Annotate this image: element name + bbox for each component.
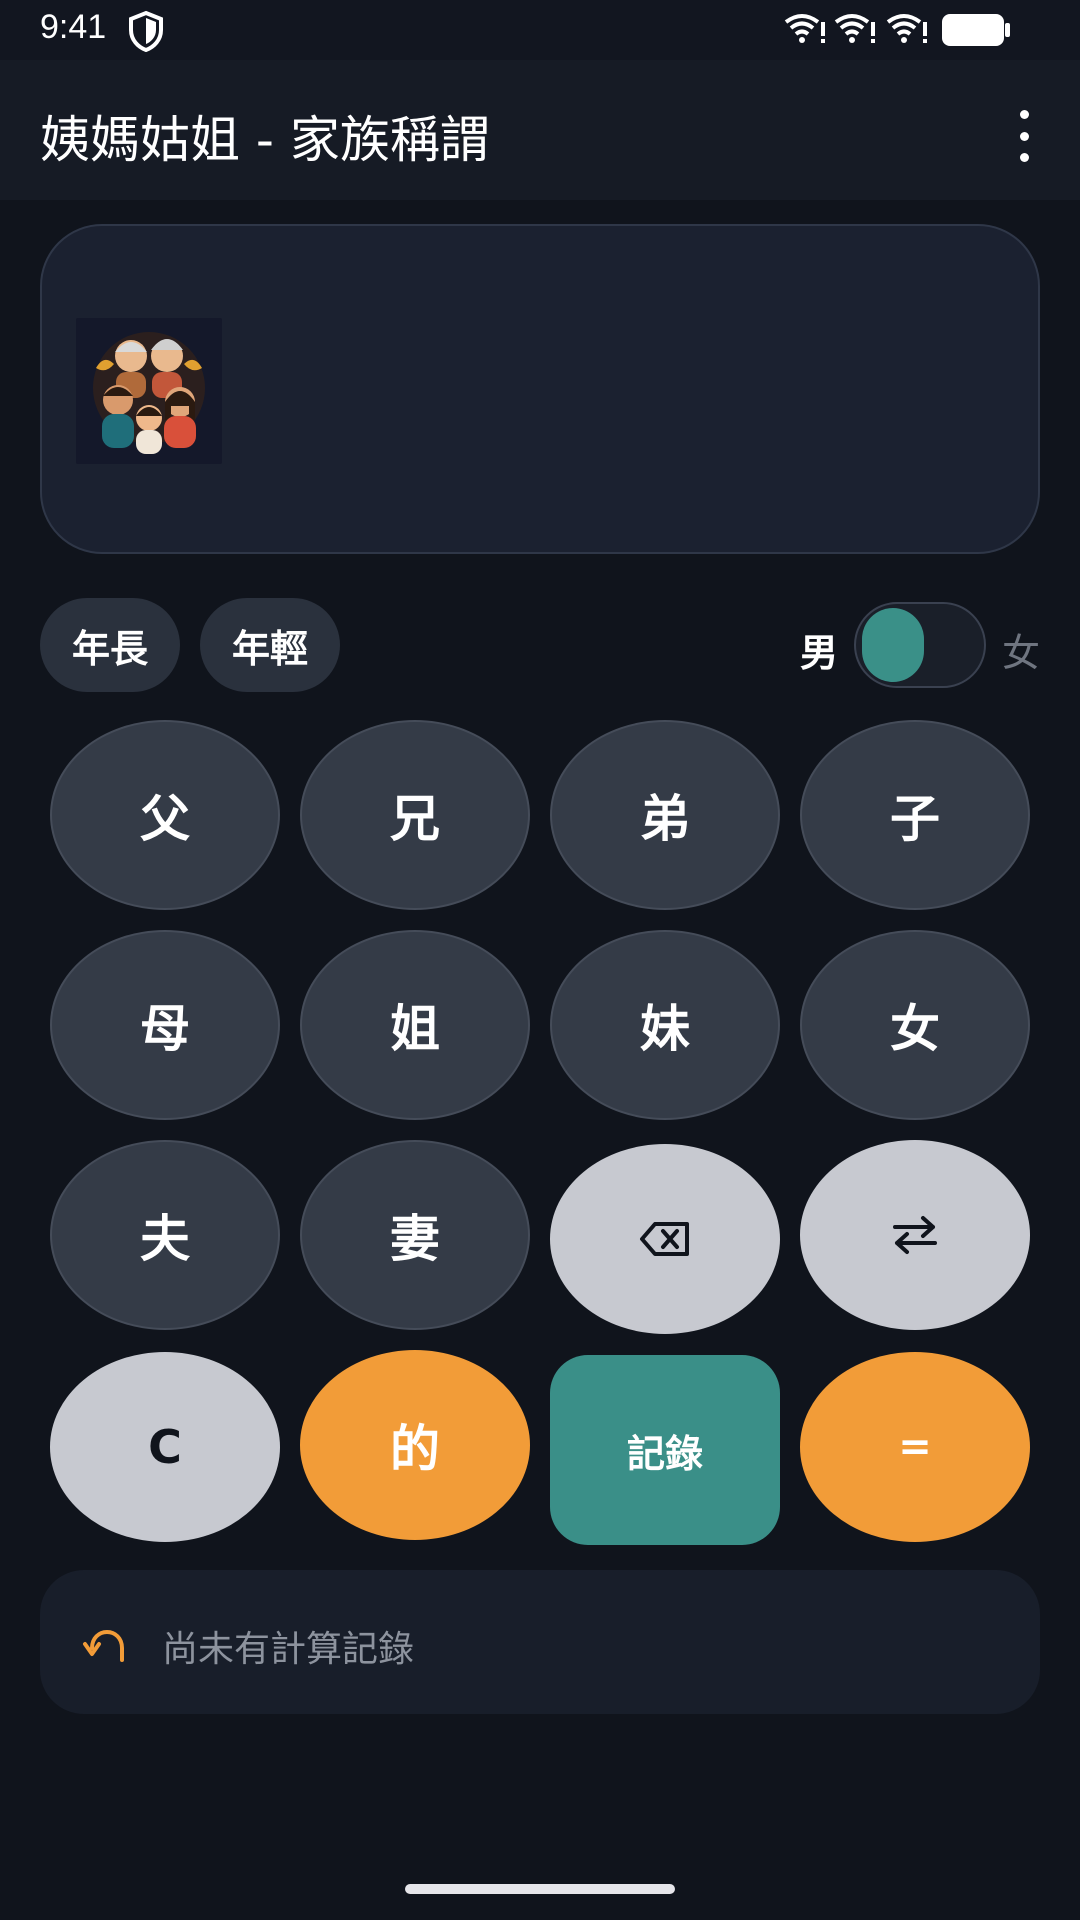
key-elder-sister[interactable]: 姐 bbox=[300, 930, 530, 1120]
app-title: 姨媽姑姐 - 家族稱謂 bbox=[40, 111, 490, 169]
female-label: 女 bbox=[1002, 631, 1041, 675]
key-younger-brother[interactable]: 弟 bbox=[550, 720, 780, 910]
swap-button[interactable] bbox=[800, 1140, 1030, 1330]
wifi-alert-icon bbox=[886, 14, 927, 43]
family-portrait-image bbox=[76, 318, 222, 464]
wifi-alert-icon bbox=[784, 14, 825, 43]
status-bar: 9:41 bbox=[0, 0, 1080, 60]
undo-arrow-icon bbox=[83, 1629, 124, 1662]
key-mother[interactable]: 母 bbox=[50, 930, 280, 1120]
key-elder-brother[interactable]: 兄 bbox=[300, 720, 530, 910]
swap-arrows-icon bbox=[893, 1216, 937, 1254]
home-indicator[interactable] bbox=[405, 1884, 675, 1894]
screen: 9:41 姨媽姑姐 - 家族稱謂 年長 年輕 男 女 父 兄 弟 子 母 姐 妹… bbox=[0, 0, 1080, 1920]
status-time: 9:41 bbox=[40, 8, 107, 46]
result-display bbox=[40, 224, 1040, 554]
more-vertical-icon[interactable] bbox=[1004, 104, 1044, 168]
of-button[interactable]: 的 bbox=[300, 1350, 530, 1540]
wifi-alert-icon bbox=[834, 14, 875, 43]
gender-toggle[interactable] bbox=[854, 602, 986, 688]
gender-toggle-knob bbox=[862, 608, 924, 682]
shield-icon bbox=[129, 10, 163, 52]
battery-icon bbox=[942, 14, 1010, 46]
backspace-button[interactable] bbox=[550, 1144, 780, 1334]
key-husband[interactable]: 夫 bbox=[50, 1140, 280, 1330]
clear-button[interactable]: C bbox=[50, 1352, 280, 1542]
backspace-icon bbox=[640, 1222, 689, 1256]
older-button[interactable]: 年長 bbox=[40, 598, 180, 692]
key-father[interactable]: 父 bbox=[50, 720, 280, 910]
younger-button[interactable]: 年輕 bbox=[200, 598, 340, 692]
key-daughter[interactable]: 女 bbox=[800, 930, 1030, 1120]
key-wife[interactable]: 妻 bbox=[300, 1140, 530, 1330]
key-son[interactable]: 子 bbox=[800, 720, 1030, 910]
male-label: 男 bbox=[800, 631, 839, 675]
app-bar: 姨媽姑姐 - 家族稱謂 bbox=[0, 60, 1080, 200]
equals-button[interactable]: = bbox=[800, 1352, 1030, 1542]
key-younger-sister[interactable]: 妹 bbox=[550, 930, 780, 1120]
history-panel[interactable]: 尚未有計算記錄 bbox=[40, 1570, 1040, 1714]
record-button[interactable]: 記錄 bbox=[550, 1355, 780, 1545]
history-empty-text: 尚未有計算記錄 bbox=[162, 1629, 415, 1670]
